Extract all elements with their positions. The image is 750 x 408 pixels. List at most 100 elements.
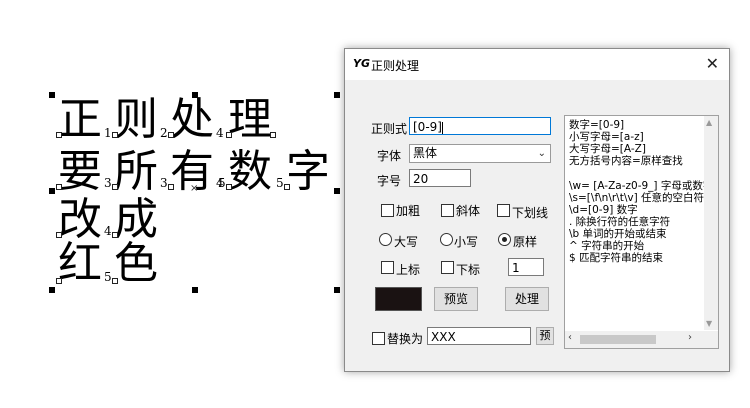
text-caret bbox=[441, 121, 443, 134]
original-label: 原样 bbox=[513, 235, 538, 249]
anchor-node bbox=[112, 232, 118, 238]
font-label: 字体 bbox=[377, 149, 402, 163]
vertical-scrollbar[interactable]: ▲ ▼ bbox=[704, 116, 718, 330]
anchor-node bbox=[270, 132, 276, 138]
anchor-node bbox=[168, 132, 174, 138]
canvas-char: 有 bbox=[170, 146, 214, 197]
regex-input[interactable]: [0-9] bbox=[409, 117, 551, 135]
help-line: \w= [A-Za-z0-9_] 字母或数字 bbox=[569, 180, 714, 192]
canvas-char: 正 bbox=[58, 94, 102, 145]
canvas-char: 则 bbox=[114, 94, 158, 145]
scroll-left-icon[interactable]: ‹ bbox=[568, 332, 572, 343]
help-line: $ 匹配字符串的结束 bbox=[569, 252, 664, 264]
selection-handle-mr[interactable] bbox=[334, 188, 340, 194]
help-line: 无方括号内容=原样查找 bbox=[569, 155, 683, 167]
upper-radio[interactable] bbox=[379, 233, 392, 246]
canvas-sub: 4 bbox=[104, 224, 112, 238]
help-panel[interactable]: 数字=[0-9] 小写字母=[a-z] 大写字母=[A-Z] 无方括号内容=原样… bbox=[564, 115, 719, 349]
anchor-node bbox=[56, 132, 62, 138]
dialog-title: 正则处理 bbox=[371, 59, 420, 73]
regex-label: 正则式 bbox=[371, 122, 408, 136]
canvas-sub: 3 bbox=[160, 176, 168, 190]
canvas-char: 改 bbox=[58, 194, 102, 245]
chevron-down-icon: ⌄ bbox=[537, 148, 546, 159]
scrollbar-thumb[interactable] bbox=[580, 335, 656, 344]
scroll-right-icon[interactable]: › bbox=[688, 332, 692, 343]
bold-label: 加粗 bbox=[396, 204, 421, 218]
regex-value: [0-9] bbox=[413, 120, 442, 134]
horizontal-scrollbar[interactable]: ‹ › bbox=[565, 331, 718, 348]
anchor-node bbox=[112, 184, 118, 190]
italic-checkbox[interactable] bbox=[441, 204, 454, 217]
underline-checkbox[interactable] bbox=[497, 204, 510, 217]
anchor-node bbox=[226, 184, 232, 190]
italic-label: 斜体 bbox=[456, 204, 481, 218]
anchor-node bbox=[226, 132, 232, 138]
script-level-input[interactable]: 1 bbox=[508, 258, 544, 276]
font-select[interactable]: 黑体 ⌄ bbox=[409, 144, 551, 163]
help-line: . 除换行符的任意字符 bbox=[569, 216, 671, 228]
color-swatch[interactable] bbox=[375, 287, 422, 311]
app-logo: YG bbox=[353, 57, 370, 70]
underline-label: 下划线 bbox=[512, 206, 549, 220]
help-line: 数字=[0-9] bbox=[569, 119, 625, 131]
size-label: 字号 bbox=[377, 174, 402, 188]
replace-checkbox[interactable] bbox=[372, 332, 385, 345]
preview-button[interactable]: 预览 bbox=[434, 287, 478, 311]
canvas-char: 所 bbox=[114, 146, 158, 197]
font-value: 黑体 bbox=[413, 146, 438, 160]
help-line: ^ 字符串的开始 bbox=[569, 240, 645, 252]
scroll-down-icon[interactable]: ▼ bbox=[706, 319, 712, 328]
help-line: \b 单词的开始或结束 bbox=[569, 228, 667, 240]
canvas-char: 理 bbox=[228, 94, 272, 145]
anchor-node bbox=[284, 184, 290, 190]
superscript-checkbox[interactable] bbox=[381, 261, 394, 274]
selection-handle-bm[interactable] bbox=[192, 287, 198, 293]
replace-preview-button[interactable]: 预 bbox=[536, 327, 554, 345]
replace-label: 替换为 bbox=[387, 332, 424, 346]
help-line: \s=[\f\n\r\t\v] 任意的空白符 bbox=[569, 192, 705, 204]
help-line: 小写字母=[a-z] bbox=[569, 131, 644, 143]
original-radio[interactable] bbox=[498, 233, 511, 246]
selection-handle-tr[interactable] bbox=[334, 92, 340, 98]
help-line: 大写字母=[A-Z] bbox=[569, 143, 646, 155]
selection-handle-br[interactable] bbox=[334, 287, 340, 293]
canvas-sub: 5 bbox=[218, 176, 226, 190]
canvas-sub: 2 bbox=[160, 126, 168, 140]
subscript-label: 下标 bbox=[456, 263, 481, 277]
canvas-char: 处 bbox=[170, 94, 214, 145]
bold-checkbox[interactable] bbox=[381, 204, 394, 217]
regex-dialog: YG 正则处理 ✕ 正则式 [0-9] 字体 黑体 ⌄ 字号 20 加粗 斜体 … bbox=[344, 48, 730, 372]
selection-handle-tl[interactable] bbox=[49, 92, 55, 98]
canvas-char: 红 bbox=[58, 238, 102, 289]
canvas-sub: 4 bbox=[216, 126, 224, 140]
subscript-checkbox[interactable] bbox=[441, 261, 454, 274]
anchor-node bbox=[56, 278, 62, 284]
canvas-char: 成 bbox=[114, 194, 158, 245]
help-line: \d=[0-9] 数字 bbox=[569, 204, 638, 216]
process-button[interactable]: 处理 bbox=[505, 287, 549, 311]
lower-radio[interactable] bbox=[440, 233, 453, 246]
upper-label: 大写 bbox=[394, 235, 419, 249]
title-bar[interactable]: YG 正则处理 ✕ bbox=[345, 49, 729, 80]
anchor-node bbox=[56, 184, 62, 190]
scroll-up-icon[interactable]: ▲ bbox=[706, 118, 712, 127]
anchor-node bbox=[56, 232, 62, 238]
canvas-sub: 5 bbox=[276, 176, 284, 190]
canvas-sub: 5 bbox=[104, 270, 112, 284]
selection-handle-ml[interactable] bbox=[49, 188, 55, 194]
canvas-char: 字 bbox=[286, 146, 330, 197]
anchor-node bbox=[168, 184, 174, 190]
size-input[interactable]: 20 bbox=[409, 169, 471, 187]
canvas-char: 数 bbox=[228, 146, 272, 197]
selection-handle-bl[interactable] bbox=[49, 287, 55, 293]
canvas-sub: 3 bbox=[104, 176, 112, 190]
superscript-label: 上标 bbox=[396, 263, 421, 277]
canvas-char: 色 bbox=[114, 238, 158, 289]
anchor-node bbox=[112, 278, 118, 284]
lower-label: 小写 bbox=[454, 235, 479, 249]
canvas-char: 要 bbox=[58, 146, 102, 197]
close-icon[interactable]: ✕ bbox=[706, 54, 719, 73]
canvas-sub: 1 bbox=[104, 126, 112, 140]
replace-input[interactable]: XXX bbox=[427, 327, 531, 345]
